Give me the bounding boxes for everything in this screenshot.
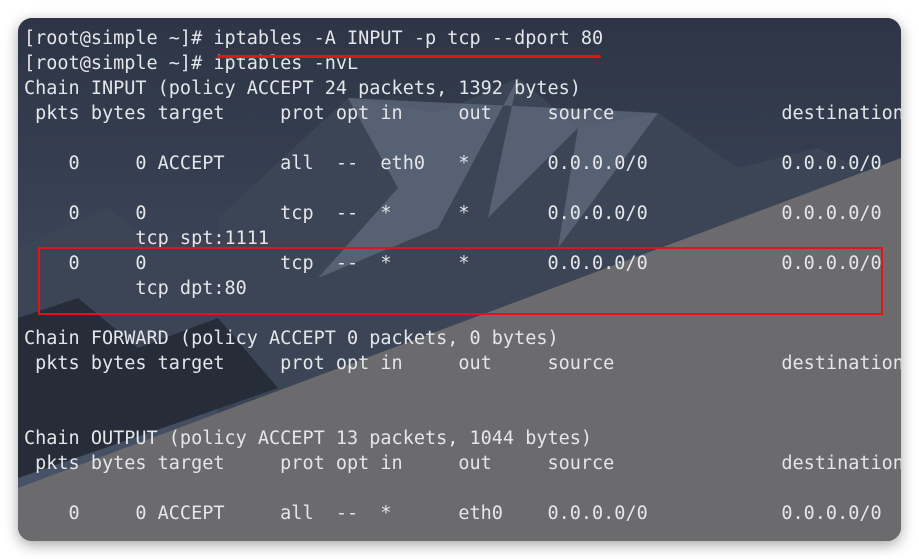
terminal-line-14: pkts bytes target prot opt in out source…: [24, 353, 901, 374]
terminal-line-8: 0 0 tcp -- * * 0.0.0.0/0 0.0.0.0/0: [24, 203, 882, 224]
terminal-line-13: Chain FORWARD (policy ACCEPT 0 packets, …: [24, 328, 559, 349]
command-underline-annotation: [217, 55, 601, 58]
terminal-line-6: 0 0 ACCEPT all -- eth0 * 0.0.0.0/0 0.0.0…: [24, 153, 882, 174]
terminal-window[interactable]: [root@simple ~]# iptables -A INPUT -p tc…: [18, 18, 901, 541]
highlighted-rule-box: [38, 247, 883, 315]
terminal-line-18: pkts bytes target prot opt in out source…: [24, 453, 901, 474]
terminal-line-20: 0 0 ACCEPT all -- * eth0 0.0.0.0/0 0.0.0…: [24, 503, 882, 524]
terminal-line-3: Chain INPUT (policy ACCEPT 24 packets, 1…: [24, 78, 581, 99]
terminal-line-17: Chain OUTPUT (policy ACCEPT 13 packets, …: [24, 428, 593, 449]
terminal-line-1: [root@simple ~]# iptables -A INPUT -p tc…: [24, 28, 604, 49]
terminal-line-4: pkts bytes target prot opt in out source…: [24, 103, 901, 124]
